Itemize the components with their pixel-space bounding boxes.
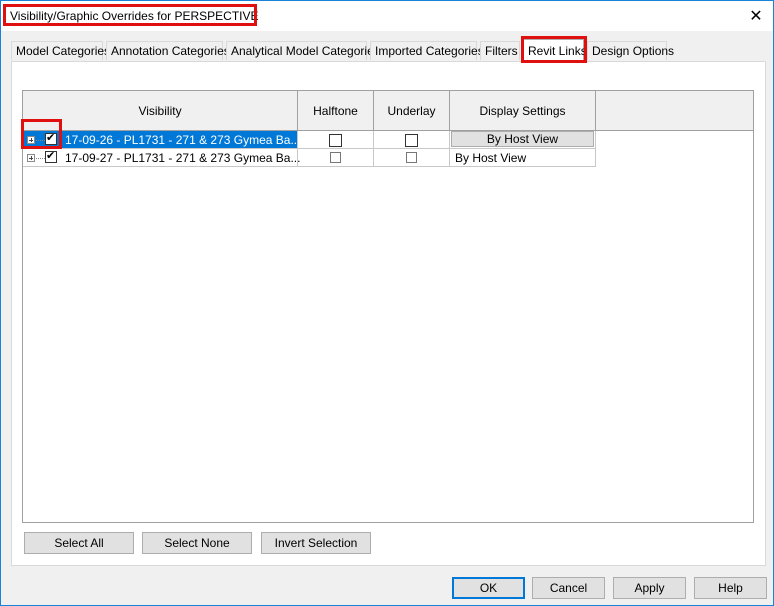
ok-button[interactable]: OK xyxy=(452,577,525,599)
title-annotation-box xyxy=(3,4,257,26)
column-header-filler xyxy=(596,91,753,131)
checkbox-annotation-box xyxy=(21,119,62,149)
invert-selection-button[interactable]: Invert Selection xyxy=(261,532,371,554)
tab-annotation-categories[interactable]: Annotation Categories xyxy=(106,41,230,60)
halftone-cell xyxy=(298,149,374,167)
close-button[interactable]: ✕ xyxy=(739,1,773,31)
select-none-button[interactable]: Select None xyxy=(142,532,252,554)
dialog-window: Visibility/Graphic Overrides for PERSPEC… xyxy=(0,0,774,606)
underlay-checkbox[interactable] xyxy=(405,134,418,147)
underlay-checkbox[interactable] xyxy=(406,152,417,163)
halftone-checkbox[interactable] xyxy=(329,134,342,147)
tab-model-categories[interactable]: Model Categories xyxy=(11,41,110,60)
column-header-underlay[interactable]: Underlay xyxy=(374,91,450,131)
column-header-halftone[interactable]: Halftone xyxy=(298,91,374,131)
underlay-cell xyxy=(374,131,450,149)
tab-imported-categories[interactable]: Imported Categories xyxy=(370,41,484,60)
close-icon: ✕ xyxy=(749,8,763,25)
visibility-cell: 17-09-27 - PL1731 - 271 & 273 Gymea Ba..… xyxy=(23,149,301,167)
apply-button[interactable]: Apply xyxy=(613,577,686,599)
table-row[interactable]: 17-09-27 - PL1731 - 271 & 273 Gymea Ba..… xyxy=(23,149,596,167)
help-button[interactable]: Help xyxy=(694,577,767,599)
display-settings-value: By Host View xyxy=(455,151,527,165)
tab-filters[interactable]: Filters xyxy=(480,41,520,60)
halftone-checkbox[interactable] xyxy=(330,152,341,163)
visibility-checkbox[interactable] xyxy=(45,149,57,163)
halftone-cell xyxy=(298,131,374,149)
select-all-button[interactable]: Select All xyxy=(24,532,134,554)
tab-design-options[interactable]: Design Options xyxy=(587,41,674,60)
display-settings-button[interactable]: By Host View xyxy=(451,131,594,147)
display-settings-cell: By Host View xyxy=(450,131,596,149)
tab-annotation-box xyxy=(521,36,587,63)
underlay-cell xyxy=(374,149,450,167)
links-grid: Visibility Halftone Underlay Display Set… xyxy=(22,90,754,523)
tab-analytical-model-categories[interactable]: Analytical Model Categories xyxy=(226,41,380,60)
column-header-visibility[interactable]: Visibility xyxy=(23,91,298,131)
cancel-button[interactable]: Cancel xyxy=(532,577,605,599)
visibility-cell: 17-09-26 - PL1731 - 271 & 273 Gymea Ba..… xyxy=(23,131,301,149)
table-row[interactable]: 17-09-26 - PL1731 - 271 & 273 Gymea Ba..… xyxy=(23,131,596,149)
link-name: 17-09-26 - PL1731 - 271 & 273 Gymea Ba..… xyxy=(65,133,301,147)
expand-icon[interactable] xyxy=(27,154,35,162)
column-header-display-settings[interactable]: Display Settings xyxy=(450,91,596,131)
tree-connector xyxy=(36,158,45,159)
display-settings-cell[interactable]: By Host View xyxy=(450,149,596,167)
link-name: 17-09-27 - PL1731 - 271 & 273 Gymea Ba..… xyxy=(65,151,301,165)
